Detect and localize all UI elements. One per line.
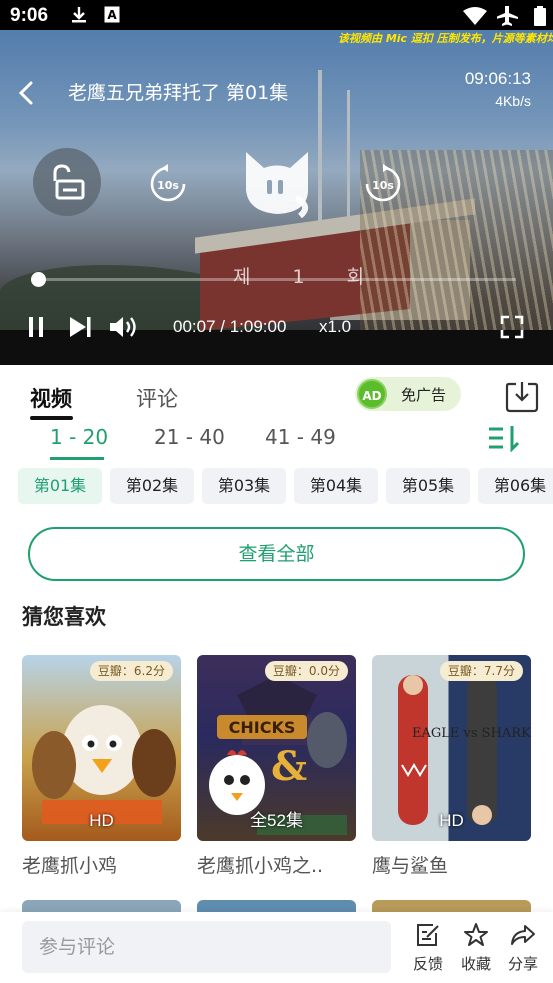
rating-badge: 豆瓣：6.2分 [89, 661, 173, 681]
svg-text:&: & [271, 743, 307, 790]
share-label: 分享 [507, 955, 538, 973]
rewind-10-icon[interactable]: 10s [148, 164, 188, 204]
episode-list: 第01集 第02集 第03集 第04集 第05集 第06集 [0, 468, 553, 504]
star-icon [464, 923, 488, 946]
next-episode-icon[interactable] [68, 315, 92, 339]
episode-item[interactable]: 第02集 [110, 468, 194, 504]
scrolling-ticker: 该视频由 Mic 逗扣 压制发布，片源等素材均 [338, 32, 553, 45]
current-time: 00:07 [173, 317, 216, 336]
share-icon [511, 925, 535, 945]
episode-item[interactable]: 第04集 [294, 468, 378, 504]
duration: 1:09:00 [229, 317, 287, 336]
feedback-icon [417, 924, 439, 946]
progress-bar[interactable] [38, 278, 516, 281]
video-title: 老鹰五兄弟拜托了 第01集 [68, 82, 289, 104]
poster-image: CHICKS & 豆瓣：0.0分 全52集 [197, 655, 356, 841]
playback-rate-button[interactable]: x1.0 [319, 317, 351, 337]
quality-badge: HD [439, 811, 464, 830]
card-title: 老鹰抓小鸡 [22, 855, 118, 877]
svg-text:A: A [107, 8, 117, 22]
recommend-card[interactable]: CHICKS & 豆瓣：0.0分 全52集 老鹰抓小鸡之.. [197, 655, 356, 878]
time-separator: / [215, 317, 230, 336]
ad-free-label: 免广告 [401, 386, 447, 404]
content-tabs: 视频 评论 AD 免广告 [0, 365, 553, 420]
range-tab-1[interactable]: 1 - 20 [50, 425, 108, 449]
comment-input[interactable]: 参与评论 [22, 921, 391, 973]
quality-badge: HD [89, 811, 114, 830]
wifi-icon [463, 7, 487, 25]
status-time: 9:06 [10, 5, 49, 26]
ad-badge: AD [357, 379, 387, 409]
unlock-icon [53, 164, 85, 200]
recommend-title: 猜您喜欢 [22, 605, 106, 629]
battery-icon [534, 6, 546, 26]
ad-free-toggle[interactable]: AD 免广告 [355, 377, 461, 411]
quality-badge: 全52集 [250, 811, 303, 830]
favorite-button[interactable]: 收藏 [456, 922, 496, 974]
pause-icon[interactable] [26, 315, 46, 339]
range-tab-2[interactable]: 21 - 40 [154, 425, 225, 449]
sort-order-icon[interactable] [487, 424, 521, 452]
status-bar: 9:06 A [0, 0, 553, 30]
feedback-label: 反馈 [412, 955, 443, 973]
card-title: 老鹰抓小鸡之.. [197, 855, 324, 877]
episode-item[interactable]: 第06集 [478, 468, 553, 504]
recommend-card[interactable]: 豆瓣：6.2分 HD 老鹰抓小鸡 [22, 655, 181, 878]
time-readout: 00:07 / 1:09:00 [173, 317, 286, 337]
range-indicator [50, 457, 104, 460]
episode-item[interactable]: 第05集 [386, 468, 470, 504]
airplane-icon [497, 6, 518, 26]
favorite-label: 收藏 [460, 955, 491, 973]
download-video-icon[interactable] [505, 380, 539, 414]
bottom-bar: 参与评论 反馈 收藏 分享 [0, 912, 553, 983]
tab-indicator [30, 416, 73, 420]
video-player[interactable]: 该视频由 Mic 逗扣 压制发布，片源等素材均 老鹰五兄弟拜托了 第01集 09… [0, 30, 553, 365]
forward-label: 10s [372, 179, 394, 192]
download-icon [72, 7, 86, 23]
rating-badge: 豆瓣：7.7分 [439, 661, 523, 681]
rewind-label: 10s [157, 179, 179, 192]
range-tab-3[interactable]: 41 - 49 [265, 425, 336, 449]
tab-comments[interactable]: 评论 [136, 383, 178, 413]
poster-image: 豆瓣：6.2分 HD [22, 655, 181, 841]
tab-video[interactable]: 视频 [30, 383, 72, 413]
svg-text:EAGLE vs SHARK: EAGLE vs SHARK [412, 726, 531, 741]
forward-10-icon[interactable]: 10s [363, 164, 403, 204]
recommend-card[interactable]: EAGLE vs SHARK 豆瓣：7.7分 HD 鹰与鲨鱼 [372, 655, 531, 878]
episode-item[interactable]: 第01集 [18, 468, 102, 504]
screen-lock-button[interactable] [33, 148, 101, 216]
network-speed: 4Kb/s [495, 93, 531, 109]
progress-knob[interactable] [31, 272, 46, 287]
feedback-button[interactable]: 反馈 [408, 922, 448, 974]
fullscreen-icon[interactable] [500, 315, 524, 339]
poster-image: EAGLE vs SHARK 豆瓣：7.7分 HD [372, 655, 531, 841]
episode-watermark: 제 1 회 [233, 266, 383, 288]
cat-logo-icon[interactable] [238, 148, 316, 218]
share-button[interactable]: 分享 [503, 922, 543, 974]
card-title: 鹰与鲨鱼 [372, 855, 449, 877]
back-icon[interactable] [14, 80, 40, 106]
clock-readout: 09:06:13 [464, 69, 531, 88]
svg-text:CHICKS: CHICKS [229, 718, 296, 737]
rating-badge: 豆瓣：0.0分 [264, 661, 348, 681]
a-notification-icon: A [104, 6, 120, 23]
volume-icon[interactable] [108, 315, 138, 339]
view-all-button[interactable]: 查看全部 [28, 527, 525, 581]
episode-item[interactable]: 第03集 [202, 468, 286, 504]
